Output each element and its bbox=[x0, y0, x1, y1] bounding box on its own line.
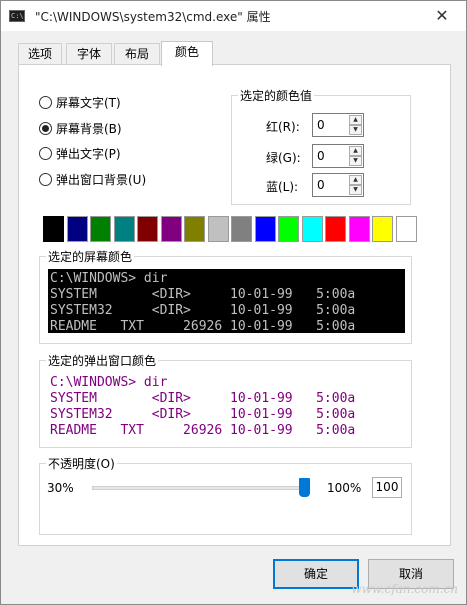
opacity-slider-thumb[interactable] bbox=[299, 478, 310, 497]
color-swatch-8[interactable] bbox=[231, 216, 252, 242]
color-swatch-3[interactable] bbox=[113, 216, 135, 242]
window-title: "C:\WINDOWS\system32\cmd.exe" 属性 bbox=[35, 10, 271, 24]
color-swatch-1[interactable] bbox=[66, 216, 88, 242]
red-stepper[interactable]: 0 ▲ ▼ bbox=[312, 113, 364, 137]
tab-layout[interactable]: 布局 bbox=[114, 43, 160, 65]
colors-panel: 屏幕文字(T) 屏幕背景(B) 弹出文字(P) 弹出窗口背景(U) 选定的颜色值… bbox=[18, 64, 451, 546]
color-swatch-5[interactable] bbox=[160, 216, 182, 242]
color-swatch-15[interactable] bbox=[395, 216, 417, 242]
color-swatch-14[interactable] bbox=[372, 216, 393, 242]
popup-preview-line: SYSTEM32 <DIR> 10-01-99 5:00a bbox=[50, 407, 356, 422]
opacity-slider-track[interactable] bbox=[92, 486, 310, 490]
color-swatch-12[interactable] bbox=[325, 216, 346, 242]
group-label: 不透明度(O) bbox=[46, 455, 117, 472]
spin-down-icon[interactable]: ▼ bbox=[349, 125, 362, 135]
blue-stepper[interactable]: 0 ▲ ▼ bbox=[312, 173, 364, 197]
cmd-app-icon: C:\ bbox=[9, 10, 25, 22]
group-label: 选定的弹出窗口颜色 bbox=[46, 352, 159, 369]
radio-button-icon bbox=[39, 172, 52, 186]
red-value: 0 bbox=[317, 118, 325, 132]
screen-preview-line: SYSTEM <DIR> 10-01-99 5:00a bbox=[50, 287, 356, 302]
red-label: 红(R): bbox=[266, 120, 300, 134]
radio-label: 屏幕文字(T) bbox=[56, 95, 121, 110]
radio-button-icon bbox=[39, 95, 52, 109]
screen-color-preview: C:\WINDOWS> dir SYSTEM <DIR> 10-01-99 5:0… bbox=[48, 269, 405, 333]
blue-label: 蓝(L): bbox=[266, 180, 299, 194]
screen-preview-line: C:\WINDOWS> dir bbox=[50, 271, 168, 286]
popup-preview-line: README TXT 26926 10-01-99 5:00a bbox=[50, 423, 356, 437]
spin-down-icon[interactable]: ▼ bbox=[349, 185, 362, 195]
ok-button[interactable]: 确定 bbox=[273, 559, 359, 589]
selected-color-values-group: 选定的颜色值 红(R): 0 ▲ ▼ 绿(G): 0 ▲ ▼ 蓝(L): 0 ▲… bbox=[231, 87, 411, 205]
color-swatch-2[interactable] bbox=[90, 216, 111, 242]
tab-options[interactable]: 选项 bbox=[18, 43, 62, 65]
color-swatch-10[interactable] bbox=[278, 216, 299, 242]
blue-value: 0 bbox=[317, 178, 325, 192]
color-swatch-9[interactable] bbox=[254, 216, 276, 242]
group-label: 选定的颜色值 bbox=[238, 87, 315, 104]
close-icon[interactable]: ✕ bbox=[422, 1, 462, 31]
radio-label: 弹出窗口背景(U) bbox=[56, 172, 147, 187]
radio-screen-background[interactable]: 屏幕背景(B) bbox=[39, 120, 122, 136]
opacity-max-label: 100% bbox=[327, 481, 362, 495]
screen-preview-line: README TXT 26926 10-01-99 5:00a bbox=[50, 319, 356, 333]
green-stepper[interactable]: 0 ▲ ▼ bbox=[312, 144, 364, 168]
spin-down-icon[interactable]: ▼ bbox=[349, 156, 362, 166]
green-label: 绿(G): bbox=[266, 151, 301, 165]
color-swatch-6[interactable] bbox=[184, 216, 205, 242]
popup-preview-line: SYSTEM <DIR> 10-01-99 5:00a bbox=[50, 391, 356, 406]
radio-popup-background[interactable]: 弹出窗口背景(U) bbox=[39, 171, 146, 187]
color-swatch-13[interactable] bbox=[348, 216, 370, 242]
color-swatch-11[interactable] bbox=[301, 216, 323, 242]
green-value: 0 bbox=[317, 149, 325, 163]
screen-colors-group: 选定的屏幕颜色 C:\WINDOWS> dir SYSTEM <DIR> 10-0… bbox=[39, 248, 412, 344]
tab-bar: 选项 字体 布局 颜色 bbox=[18, 41, 458, 66]
spin-up-icon[interactable]: ▲ bbox=[349, 146, 362, 156]
radio-screen-text[interactable]: 屏幕文字(T) bbox=[39, 94, 121, 110]
spin-up-icon[interactable]: ▲ bbox=[349, 115, 362, 125]
radio-button-selected-icon bbox=[39, 121, 52, 135]
spin-up-icon[interactable]: ▲ bbox=[349, 175, 362, 185]
opacity-min-label: 30% bbox=[47, 481, 74, 495]
radio-button-icon bbox=[39, 146, 52, 160]
opacity-group: 不透明度(O) 30% 100% 100 bbox=[39, 455, 412, 535]
color-swatch-4[interactable] bbox=[137, 216, 158, 242]
popup-color-preview: C:\WINDOWS> dir SYSTEM <DIR> 10-01-99 5:0… bbox=[48, 373, 405, 437]
popup-colors-group: 选定的弹出窗口颜色 C:\WINDOWS> dir SYSTEM <DIR> 10… bbox=[39, 352, 412, 448]
opacity-value-field[interactable]: 100 bbox=[372, 477, 402, 498]
properties-window: C:\ "C:\WINDOWS\system32\cmd.exe" 属性 ✕ 选… bbox=[0, 0, 467, 605]
tab-colors[interactable]: 颜色 bbox=[161, 41, 213, 66]
radio-popup-text[interactable]: 弹出文字(P) bbox=[39, 145, 121, 161]
watermark: www.cfan.com.cn bbox=[351, 582, 458, 596]
title-bar[interactable]: C:\ "C:\WINDOWS\system32\cmd.exe" 属性 ✕ bbox=[1, 1, 466, 31]
color-swatch-7[interactable] bbox=[207, 216, 229, 242]
color-swatch-0[interactable] bbox=[43, 216, 64, 242]
popup-preview-line: C:\WINDOWS> dir bbox=[50, 375, 168, 390]
radio-label: 屏幕背景(B) bbox=[56, 121, 122, 136]
group-label: 选定的屏幕颜色 bbox=[46, 248, 135, 265]
tab-font[interactable]: 字体 bbox=[66, 43, 112, 65]
screen-preview-line: SYSTEM32 <DIR> 10-01-99 5:00a bbox=[50, 303, 356, 318]
radio-label: 弹出文字(P) bbox=[56, 146, 121, 161]
